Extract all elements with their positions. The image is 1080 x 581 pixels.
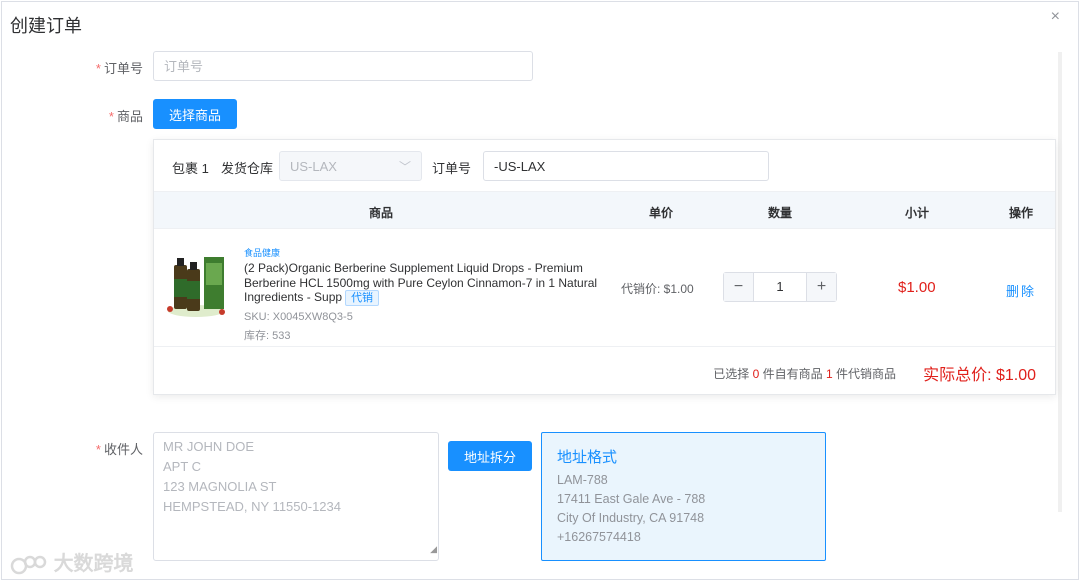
minus-icon[interactable]: −: [724, 273, 754, 301]
table-header: 商品 单价 数量 小计 操作: [154, 191, 1055, 229]
product-stock: 库存: 533: [244, 330, 291, 342]
warehouse-select[interactable]: US-LAX ﹀: [279, 151, 422, 181]
resize-handle-icon[interactable]: ◢: [430, 539, 437, 559]
plus-icon[interactable]: +: [806, 273, 836, 301]
product-category: 食品健康: [244, 248, 281, 258]
unit-price: 代销价: $1.00: [621, 282, 694, 296]
actual-total: 实际总价: $1.00: [923, 367, 1036, 384]
address-format-panel: 地址格式 LAM-788 17411 East Gale Ave - 788 C…: [541, 432, 826, 561]
package-order-no-input[interactable]: [483, 151, 769, 181]
format-line: 17411 East Gale Ave - 788: [557, 492, 706, 506]
close-icon[interactable]: ×: [1051, 8, 1060, 26]
format-line: City Of Industry, CA 91748: [557, 511, 705, 525]
product-name: (2 Pack)Organic Berberine Supplement Liq…: [244, 261, 598, 304]
address-format-title: 地址格式: [557, 449, 618, 466]
quantity-value[interactable]: 1: [754, 279, 806, 294]
order-number-label: * 订单号: [95, 61, 143, 76]
address-line: MR JOHN DOE: [163, 439, 254, 454]
package-header: 包裹 1 发货仓库 US-LAX ﹀ 订单号: [154, 140, 1055, 191]
package-order-no-label: 订单号: [432, 161, 472, 176]
address-line: APT C: [163, 459, 202, 474]
product-thumbnail: [166, 249, 228, 319]
address-line: HEMPSTEAD, NY 11550-1234: [163, 499, 341, 514]
watermark-text: 大数跨境: [53, 553, 134, 575]
dialog-title: 创建订单: [10, 16, 82, 36]
selection-summary: 已选择 0 件自有商品 1 件代销商品: [713, 367, 896, 381]
select-goods-button[interactable]: 选择商品: [153, 99, 237, 129]
header-action: 操作: [1009, 206, 1034, 220]
header-qty: 数量: [768, 206, 793, 220]
recipient-label: * 收件人: [95, 442, 143, 457]
warehouse-value: US-LAX: [290, 159, 337, 174]
split-address-button[interactable]: 地址拆分: [448, 441, 532, 471]
create-order-dialog: 创建订单 × *订单号 *商品 选择商品 包裹 1 发货仓库 US-LAX ﹀ …: [1, 1, 1079, 580]
warehouse-label: 发货仓库: [221, 161, 274, 176]
chevron-down-icon: ﹀: [398, 160, 411, 174]
quantity-stepper[interactable]: − 1 +: [723, 272, 837, 302]
watermark: 大数跨境: [10, 547, 134, 576]
card-footer: 已选择 0 件自有商品 1 件代销商品 实际总价: $1.00: [154, 347, 1055, 396]
order-number-input[interactable]: [153, 51, 533, 81]
address-line: 123 MAGNOLIA ST: [163, 479, 277, 494]
row-subtotal: $1.00: [898, 279, 936, 296]
header-goods: 商品: [369, 206, 394, 220]
format-line: +16267574418: [557, 530, 641, 544]
scrollbar[interactable]: [1058, 52, 1062, 512]
watermark-logo-icon: [10, 555, 47, 574]
goods-label: * 商品: [108, 109, 143, 124]
package-name: 包裹 1: [172, 161, 209, 176]
table-row: 食品健康 (2 Pack)Organic Berberine Supplemen…: [154, 229, 1055, 347]
product-sku: SKU: X0045XW8Q3-5: [244, 311, 353, 323]
header-unit-price: 单价: [649, 206, 674, 220]
address-textarea[interactable]: MR JOHN DOE APT C 123 MAGNOLIA ST HEMPST…: [153, 432, 439, 561]
header-subtotal: 小计: [905, 206, 930, 220]
package-card: 包裹 1 发货仓库 US-LAX ﹀ 订单号 商品 单价 数量 小计 操作: [153, 139, 1056, 395]
format-line: LAM-788: [557, 473, 608, 487]
product-name-block: (2 Pack)Organic Berberine Supplement Liq…: [244, 261, 604, 306]
delete-link[interactable]: 删除: [1006, 281, 1036, 300]
consign-badge: 代销: [345, 290, 380, 306]
